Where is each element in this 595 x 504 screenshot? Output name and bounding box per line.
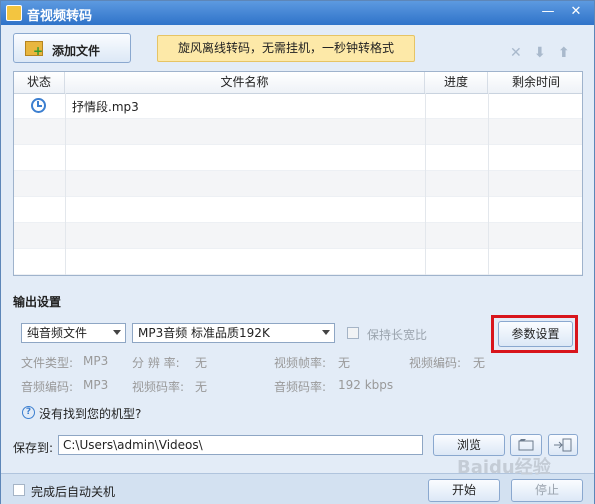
auto-shutdown-label: 完成后自动关机 xyxy=(31,485,116,499)
title-bar[interactable]: 音视频转码 — ✕ xyxy=(1,1,594,25)
file-table: 状态 文件名称 进度 剩余时间 抒情段.mp3 xyxy=(13,71,583,276)
param-settings-button[interactable]: 参数设置 xyxy=(498,321,573,347)
header-remaining[interactable]: 剩余时间 xyxy=(488,72,582,93)
converter-window: 音视频转码 — ✕ 添加文件 旋风离线转码，无需挂机，一秒钟转格式 ✕ ⬇ ⬆ … xyxy=(0,0,595,504)
video-bitrate-label: 视频码率: xyxy=(132,380,185,394)
empty-row xyxy=(14,223,582,249)
output-settings-title: 输出设置 xyxy=(13,295,62,309)
export-button[interactable] xyxy=(548,434,578,456)
file-name: 抒情段.mp3 xyxy=(72,100,139,114)
keep-ratio-label: 保持长宽比 xyxy=(367,328,428,342)
resolution-label: 分 辨 率: xyxy=(132,356,180,370)
close-button[interactable]: ✕ xyxy=(565,3,587,21)
stop-button[interactable]: 停止 xyxy=(511,479,583,502)
column-divider xyxy=(65,93,66,275)
quality-select[interactable]: MP3音频 标准品质192K xyxy=(132,323,335,343)
close-icon[interactable]: ✕ xyxy=(510,45,522,61)
empty-row xyxy=(14,145,582,171)
empty-row xyxy=(14,197,582,223)
video-codec-label: 视频编码: xyxy=(409,356,462,370)
empty-row xyxy=(14,171,582,197)
app-icon xyxy=(6,5,22,21)
header-status[interactable]: 状态 xyxy=(14,72,65,93)
auto-shutdown-checkbox[interactable] xyxy=(13,484,25,496)
down-arrow-icon[interactable]: ⬇ xyxy=(534,45,546,61)
audio-bitrate-label: 音频码率: xyxy=(274,380,327,394)
folder-icon xyxy=(518,439,534,451)
column-divider xyxy=(488,93,489,275)
chevron-down-icon xyxy=(113,330,121,335)
frame-rate-label: 视频帧率: xyxy=(274,356,327,370)
minimize-button[interactable]: — xyxy=(537,3,559,21)
add-folder-icon xyxy=(25,41,43,57)
window-title: 音视频转码 xyxy=(27,9,93,24)
video-bitrate-value: 无 xyxy=(195,380,208,394)
header-progress[interactable]: 进度 xyxy=(425,72,488,93)
device-help-link[interactable]: 没有找到您的机型? xyxy=(39,405,141,422)
add-file-button[interactable]: 添加文件 xyxy=(13,33,131,63)
export-icon xyxy=(554,438,572,452)
watermark: Baidu经验 xyxy=(457,457,551,478)
audio-codec-label: 音频编码: xyxy=(21,380,74,394)
empty-row xyxy=(14,249,582,275)
file-type-label: 文件类型: xyxy=(21,356,74,370)
audio-codec-value: MP3 xyxy=(83,378,109,392)
empty-row xyxy=(14,119,582,145)
frame-rate-value: 无 xyxy=(338,356,351,370)
save-path-input[interactable]: C:\Users\admin\Videos\ xyxy=(58,435,423,455)
file-type-value: MP3 xyxy=(83,354,109,368)
format-select[interactable]: 纯音频文件 xyxy=(21,323,126,343)
keep-ratio-checkbox[interactable] xyxy=(347,327,359,339)
table-row[interactable]: 抒情段.mp3 xyxy=(14,93,582,119)
resolution-value: 无 xyxy=(195,356,208,370)
chevron-down-icon xyxy=(322,330,330,335)
promo-banner[interactable]: 旋风离线转码，无需挂机，一秒钟转格式 xyxy=(157,35,415,62)
format-select-value: 纯音频文件 xyxy=(27,326,88,340)
table-header: 状态 文件名称 进度 剩余时间 xyxy=(14,72,582,94)
start-button[interactable]: 开始 xyxy=(428,479,500,502)
video-codec-value: 无 xyxy=(473,356,486,370)
header-filename[interactable]: 文件名称 xyxy=(65,72,425,93)
add-file-label: 添加文件 xyxy=(52,44,101,58)
help-icon[interactable]: ? xyxy=(22,406,35,419)
up-arrow-icon[interactable]: ⬆ xyxy=(558,45,570,61)
save-to-label: 保存到: xyxy=(13,441,54,455)
clock-icon xyxy=(31,98,46,113)
quality-select-value: MP3音频 标准品质192K xyxy=(138,326,270,340)
column-divider xyxy=(425,93,426,275)
audio-bitrate-value: 192 kbps xyxy=(338,378,394,392)
